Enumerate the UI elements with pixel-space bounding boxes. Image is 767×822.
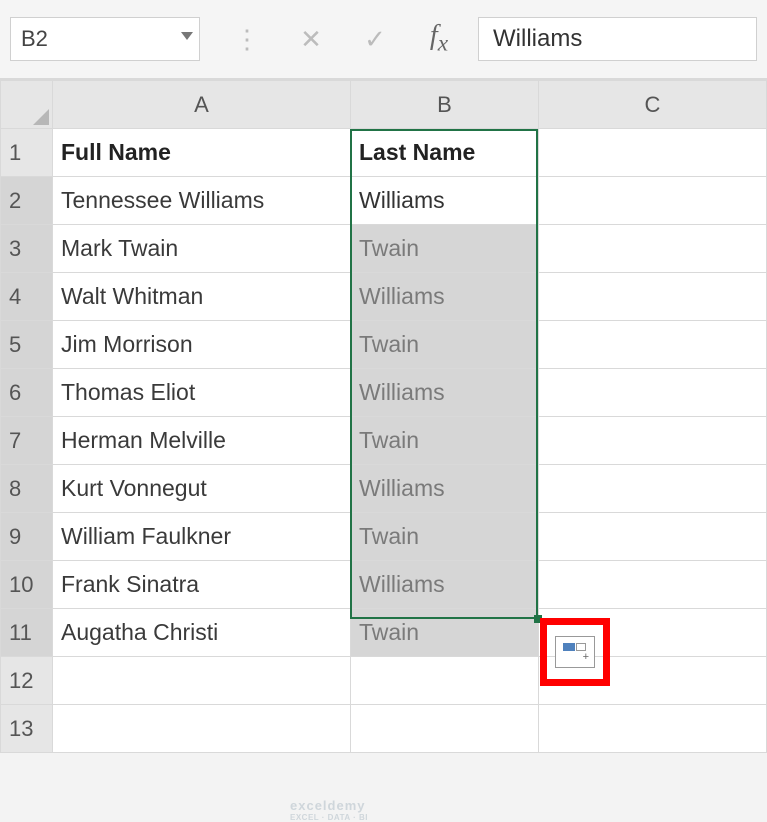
cell-C4[interactable] bbox=[539, 273, 767, 321]
cell-B3[interactable]: Twain bbox=[351, 225, 539, 273]
watermark-tagline: EXCEL · DATA · BI bbox=[290, 813, 368, 822]
cell-A10[interactable]: Frank Sinatra bbox=[53, 561, 351, 609]
cancel-icon[interactable]: ✕ bbox=[294, 24, 328, 55]
cell-B11[interactable]: Twain bbox=[351, 609, 539, 657]
column-header-B[interactable]: B bbox=[351, 81, 539, 129]
autofill-options-button[interactable]: + bbox=[555, 636, 595, 668]
name-box-value: B2 bbox=[21, 26, 48, 52]
row-header[interactable]: 2 bbox=[1, 177, 53, 225]
cell-A6[interactable]: Thomas Eliot bbox=[53, 369, 351, 417]
cell-A1[interactable]: Full Name bbox=[53, 129, 351, 177]
cell-B12[interactable] bbox=[351, 657, 539, 705]
row-header[interactable]: 3 bbox=[1, 225, 53, 273]
cell-C8[interactable] bbox=[539, 465, 767, 513]
select-all-corner[interactable] bbox=[1, 81, 53, 129]
cell-C13[interactable] bbox=[539, 705, 767, 753]
row-header[interactable]: 4 bbox=[1, 273, 53, 321]
cell-B1[interactable]: Last Name bbox=[351, 129, 539, 177]
cell-A12[interactable] bbox=[53, 657, 351, 705]
row-header[interactable]: 13 bbox=[1, 705, 53, 753]
cell-A2[interactable]: Tennessee Williams bbox=[53, 177, 351, 225]
cell-A7[interactable]: Herman Melville bbox=[53, 417, 351, 465]
grid[interactable]: A B C 1 Full Name Last Name 2 Tennessee … bbox=[0, 80, 767, 753]
cell-A13[interactable] bbox=[53, 705, 351, 753]
row-header[interactable]: 7 bbox=[1, 417, 53, 465]
cell-C6[interactable] bbox=[539, 369, 767, 417]
fx-icon[interactable]: fx bbox=[422, 20, 456, 58]
cell-B8[interactable]: Williams bbox=[351, 465, 539, 513]
watermark: exceldemy EXCEL · DATA · BI bbox=[290, 798, 368, 822]
autofill-options-icon: + bbox=[563, 643, 587, 661]
cell-B10[interactable]: Williams bbox=[351, 561, 539, 609]
cell-C7[interactable] bbox=[539, 417, 767, 465]
cell-B2[interactable]: Williams bbox=[351, 177, 539, 225]
vertical-dots-icon: ⋮ bbox=[230, 24, 264, 55]
cell-C5[interactable] bbox=[539, 321, 767, 369]
cell-C3[interactable] bbox=[539, 225, 767, 273]
cell-C10[interactable] bbox=[539, 561, 767, 609]
column-header-A[interactable]: A bbox=[53, 81, 351, 129]
row-header[interactable]: 9 bbox=[1, 513, 53, 561]
enter-icon[interactable]: ✓ bbox=[358, 24, 392, 55]
row-header[interactable]: 5 bbox=[1, 321, 53, 369]
chevron-down-icon[interactable] bbox=[181, 32, 193, 40]
cell-A8[interactable]: Kurt Vonnegut bbox=[53, 465, 351, 513]
cell-B5[interactable]: Twain bbox=[351, 321, 539, 369]
formula-bar-icons: ⋮ ✕ ✓ fx bbox=[230, 20, 456, 58]
cell-A9[interactable]: William Faulkner bbox=[53, 513, 351, 561]
cell-C1[interactable] bbox=[539, 129, 767, 177]
cell-A4[interactable]: Walt Whitman bbox=[53, 273, 351, 321]
cell-B13[interactable] bbox=[351, 705, 539, 753]
cell-C9[interactable] bbox=[539, 513, 767, 561]
cell-B4[interactable]: Williams bbox=[351, 273, 539, 321]
row-header[interactable]: 10 bbox=[1, 561, 53, 609]
cell-B7[interactable]: Twain bbox=[351, 417, 539, 465]
cell-B6[interactable]: Williams bbox=[351, 369, 539, 417]
column-header-C[interactable]: C bbox=[539, 81, 767, 129]
row-header[interactable]: 11 bbox=[1, 609, 53, 657]
cell-A3[interactable]: Mark Twain bbox=[53, 225, 351, 273]
cell-A11[interactable]: Augatha Christi bbox=[53, 609, 351, 657]
cell-C2[interactable] bbox=[539, 177, 767, 225]
watermark-brand: exceldemy bbox=[290, 798, 366, 813]
cell-B9[interactable]: Twain bbox=[351, 513, 539, 561]
spreadsheet: A B C 1 Full Name Last Name 2 Tennessee … bbox=[0, 80, 767, 753]
formula-input[interactable]: Williams bbox=[478, 17, 757, 61]
row-header[interactable]: 6 bbox=[1, 369, 53, 417]
name-box[interactable]: B2 bbox=[10, 17, 200, 61]
row-header[interactable]: 8 bbox=[1, 465, 53, 513]
formula-bar: B2 ⋮ ✕ ✓ fx Williams bbox=[0, 0, 767, 80]
formula-value: Williams bbox=[493, 25, 582, 53]
cell-A5[interactable]: Jim Morrison bbox=[53, 321, 351, 369]
highlight-callout: + bbox=[540, 618, 610, 686]
row-header[interactable]: 12 bbox=[1, 657, 53, 705]
row-header[interactable]: 1 bbox=[1, 129, 53, 177]
